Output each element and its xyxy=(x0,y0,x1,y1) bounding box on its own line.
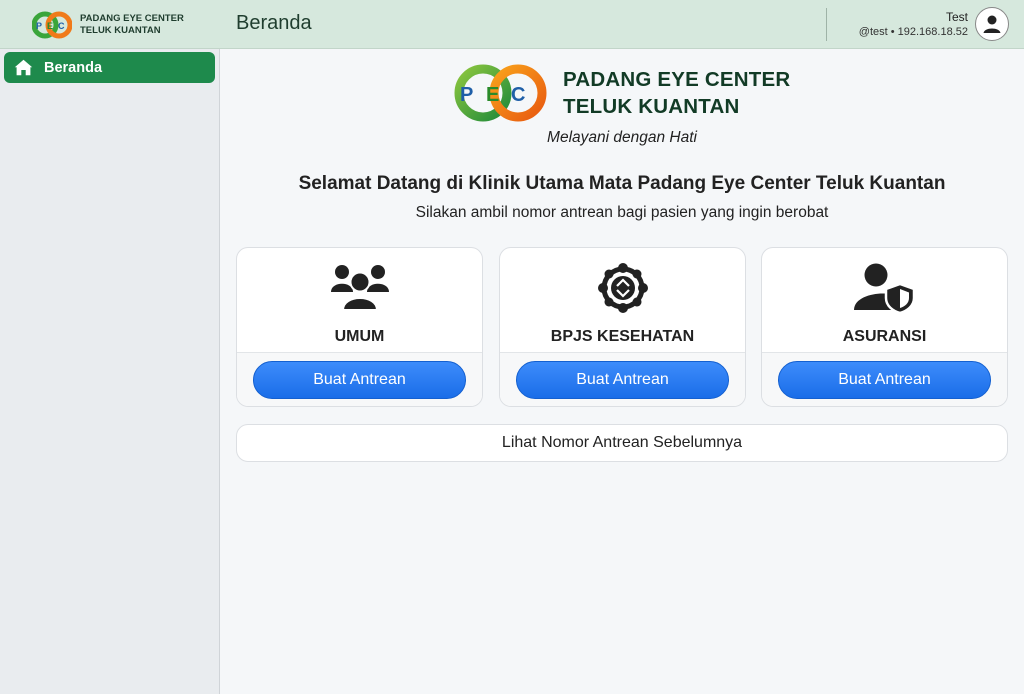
card-footer: Buat Antrean xyxy=(762,352,1007,406)
pec-logo-icon: P E C xyxy=(31,11,73,39)
card-umum: UMUM Buat Antrean xyxy=(236,247,483,407)
card-label: ASURANSI xyxy=(842,328,927,345)
brand-name-line1: PADANG EYE CENTER xyxy=(80,13,184,24)
svg-text:P: P xyxy=(36,21,42,31)
card-footer: Buat Antrean xyxy=(237,352,482,406)
user-shield-icon xyxy=(762,262,1007,314)
people-group-icon xyxy=(237,262,482,314)
hero-title-line1: PADANG EYE CENTER xyxy=(563,68,791,91)
bpjs-icon xyxy=(500,262,745,314)
user-avatar-icon[interactable] xyxy=(975,7,1009,41)
buat-antrean-umum-button[interactable]: Buat Antrean xyxy=(253,361,466,399)
divider xyxy=(826,8,827,41)
user-meta: @test • 192.168.18.52 xyxy=(858,26,968,38)
brand-name-line2: TELUK KUANTAN xyxy=(80,25,161,36)
user-name: Test xyxy=(945,10,968,24)
svg-text:E: E xyxy=(47,21,53,31)
welcome-heading: Selamat Datang di Klinik Utama Mata Pada… xyxy=(298,173,946,194)
lihat-antrean-sebelumnya-button[interactable]: Lihat Nomor Antrean Sebelumnya xyxy=(236,424,1008,462)
buat-antrean-asuransi-button[interactable]: Buat Antrean xyxy=(778,361,991,399)
svg-text:P: P xyxy=(460,84,473,106)
svg-text:E: E xyxy=(486,84,499,106)
page-title: Beranda xyxy=(236,12,312,34)
buat-antrean-bpjs-button[interactable]: Buat Antrean xyxy=(516,361,729,399)
svg-text:C: C xyxy=(58,21,65,31)
card-label: BPJS KESEHATAN xyxy=(550,328,695,345)
sidebar-item-beranda[interactable]: Beranda xyxy=(4,52,215,83)
main-content: P E C PADANG EYE CENTER TELUK KUANTAN Me… xyxy=(220,49,1024,694)
sidebar: Beranda xyxy=(0,49,220,694)
welcome-subtitle: Silakan ambil nomor antrean bagi pasien … xyxy=(415,204,829,221)
home-icon xyxy=(14,59,34,77)
hero-title-line2: TELUK KUANTAN xyxy=(563,95,740,118)
hero-title: PADANG EYE CENTER TELUK KUANTAN xyxy=(563,66,790,120)
card-bpjs: BPJS KESEHATAN Buat Antrean xyxy=(499,247,746,407)
brand[interactable]: P E C PADANG EYE CENTER TELUK KUANTAN xyxy=(31,10,184,40)
card-footer: Buat Antrean xyxy=(500,352,745,406)
pec-logo-large-icon: P E C xyxy=(454,64,548,124)
card-label: UMUM xyxy=(334,328,385,345)
sidebar-item-label: Beranda xyxy=(44,59,103,76)
tagline: Melayani dengan Hati xyxy=(547,129,697,146)
card-asuransi: ASURANSI Buat Antrean xyxy=(761,247,1008,407)
svg-text:C: C xyxy=(511,84,525,106)
brand-name: PADANG EYE CENTER TELUK KUANTAN xyxy=(80,13,184,37)
user-info: Test @test • 192.168.18.52 xyxy=(859,10,968,40)
top-bar: P E C PADANG EYE CENTER TELUK KUANTAN Be… xyxy=(0,0,1024,49)
